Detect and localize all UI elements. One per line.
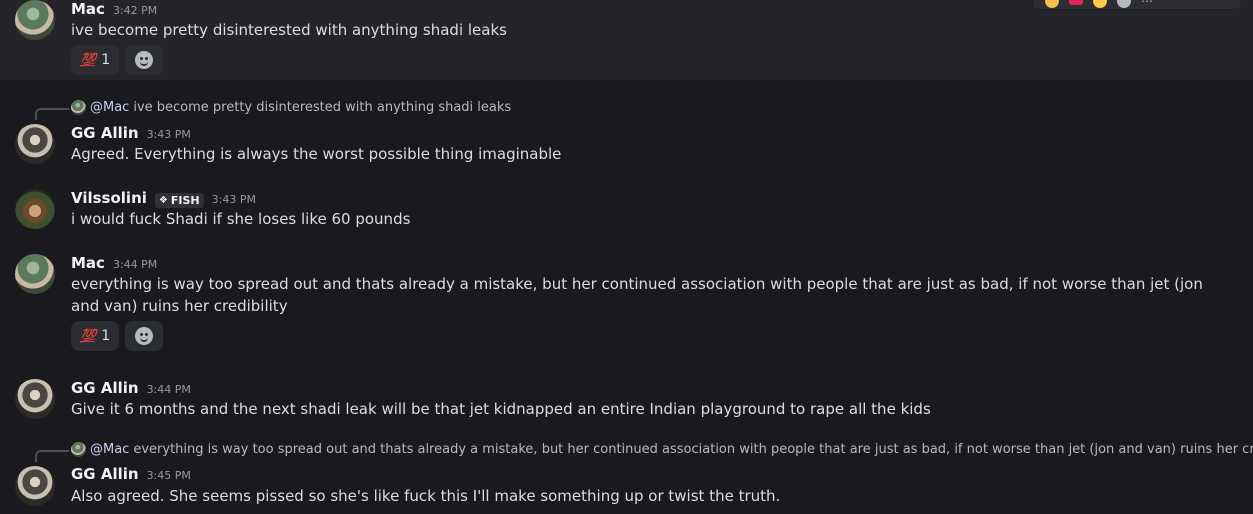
username[interactable]: Mac	[71, 0, 105, 18]
timestamp: 3:43 PM	[146, 128, 191, 141]
reply-text: everything is way too spread out and tha…	[133, 442, 1253, 457]
fish-tag-icon: ❖	[158, 195, 168, 206]
message-1[interactable]: Mac 3:42 PM ive become pretty disinteres…	[0, 0, 1253, 80]
reply-spine	[35, 450, 69, 462]
avatar[interactable]	[15, 0, 55, 40]
more-options-icon[interactable]: ⋯	[1141, 0, 1153, 8]
message-text: everything is way too spread out and tha…	[71, 275, 1203, 315]
hundred-points-icon: 💯	[80, 328, 96, 344]
reply-mention[interactable]: @Mac	[90, 100, 129, 115]
timestamp: 3:44 PM	[146, 383, 191, 396]
reply-avatar	[71, 442, 86, 457]
message-text: Also agreed. She seems pissed so she's l…	[71, 487, 781, 505]
timestamp: 3:43 PM	[211, 193, 256, 206]
message-6[interactable]: @Mac everything is way too spread out an…	[0, 439, 1253, 514]
message-text: Give it 6 months and the next shadi leak…	[71, 400, 931, 418]
message-5[interactable]: GG Allin 3:44 PM Give it 6 months and th…	[0, 377, 1253, 422]
message-2[interactable]: @Mac ive become pretty disinterested wit…	[0, 96, 1253, 166]
username[interactable]: GG Allin	[71, 124, 139, 142]
message-3[interactable]: Vilssolini ❖ FISH 3:43 PM i would fuck S…	[0, 187, 1253, 232]
reply-avatar	[71, 100, 86, 115]
username[interactable]: Mac	[71, 254, 105, 272]
timestamp: 3:45 PM	[146, 469, 191, 482]
server-tag[interactable]: ❖ FISH	[154, 193, 204, 208]
hundred-reaction-icon[interactable]	[1069, 0, 1083, 5]
emoji-reaction-icon[interactable]	[1045, 0, 1059, 8]
add-reaction-button[interactable]	[125, 45, 164, 75]
tag-label: FISH	[170, 194, 200, 207]
hundred-points-icon: 💯	[80, 52, 96, 68]
timestamp: 3:42 PM	[112, 4, 158, 17]
timestamp: 3:44 PM	[112, 258, 158, 271]
avatar[interactable]	[15, 466, 55, 506]
message-text: Agreed. Everything is always the worst p…	[71, 145, 562, 163]
avatar[interactable]	[15, 189, 55, 229]
smile-icon	[135, 327, 154, 345]
reply-mention[interactable]: @Mac	[90, 442, 129, 457]
reply-text: ive become pretty disinterested with any…	[133, 100, 512, 115]
reaction-100[interactable]: 💯 1	[71, 45, 120, 75]
avatar[interactable]	[15, 124, 55, 164]
reaction-count: 1	[101, 52, 111, 68]
add-reaction-icon[interactable]	[1117, 0, 1131, 8]
grin-reaction-icon[interactable]	[1093, 0, 1107, 8]
avatar[interactable]	[15, 254, 55, 294]
message-text: ive become pretty disinterested with any…	[71, 21, 507, 39]
message-toolbar: ⋯	[1032, 0, 1242, 10]
smile-icon	[135, 51, 154, 69]
message-4[interactable]: Mac 3:44 PM everything is way too spread…	[0, 252, 1253, 357]
reaction-count: 1	[101, 328, 111, 344]
reply-spine	[35, 108, 69, 120]
username[interactable]: Vilssolini	[71, 189, 147, 207]
message-text: i would fuck Shadi if she loses like 60 …	[71, 210, 411, 228]
reaction-100[interactable]: 💯 1	[71, 321, 120, 351]
username[interactable]: GG Allin	[71, 465, 139, 483]
add-reaction-button[interactable]	[125, 321, 164, 351]
reply-preview[interactable]: @Mac everything is way too spread out an…	[71, 442, 1253, 457]
reply-preview[interactable]: @Mac ive become pretty disinterested wit…	[71, 100, 511, 115]
username[interactable]: GG Allin	[71, 379, 139, 397]
avatar[interactable]	[15, 379, 55, 419]
